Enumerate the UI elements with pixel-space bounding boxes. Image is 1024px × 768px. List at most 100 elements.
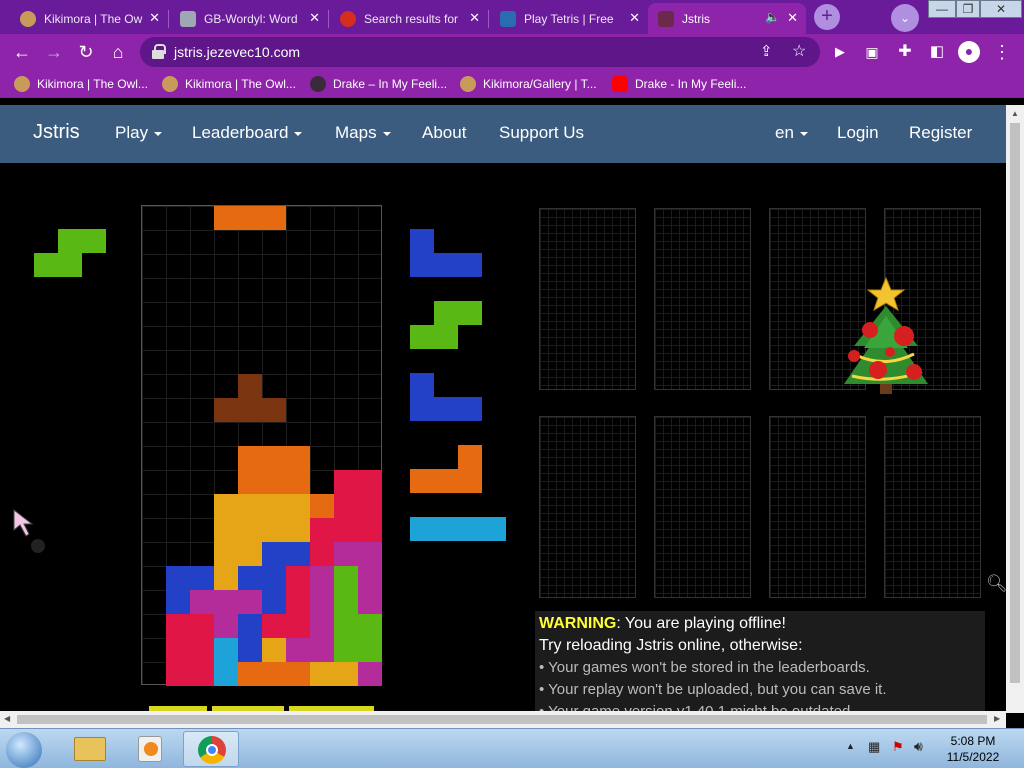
image-extension-icon[interactable]: ▣: [862, 42, 882, 62]
profile-avatar-icon[interactable]: ●: [958, 41, 980, 63]
board-cell: [310, 662, 334, 686]
mario-favicon-icon: [340, 10, 356, 27]
bookmark-item[interactable]: Drake - In My Feeli...: [612, 76, 746, 92]
scroll-up-arrow-icon[interactable]: ▲: [1011, 109, 1019, 118]
board-cell: [214, 590, 238, 614]
board-cell: [214, 542, 238, 566]
minimize-button[interactable]: —: [928, 0, 956, 18]
board-cell: [238, 662, 262, 686]
nav-about-link[interactable]: About: [422, 123, 466, 143]
piece-cell: [434, 301, 458, 325]
board-cell: [334, 494, 358, 518]
extensions-puzzle-icon[interactable]: ✚: [895, 42, 915, 62]
address-bar[interactable]: jstris.jezevec10.com ⇪ ☆: [140, 37, 820, 67]
media-player-button[interactable]: [122, 731, 178, 767]
reload-icon[interactable]: ↻: [76, 42, 96, 62]
board-cell: [262, 446, 286, 470]
horizontal-scrollbar[interactable]: ◀ ▶: [0, 711, 1006, 728]
nav-login-link[interactable]: Login: [837, 123, 879, 143]
system-clock[interactable]: 5:08 PM 11/5/2022: [938, 733, 1008, 765]
vertical-scrollbar[interactable]: ▲: [1006, 105, 1024, 713]
forward-arrow-icon[interactable]: →: [44, 42, 64, 62]
horizontal-scroll-thumb[interactable]: [17, 715, 987, 724]
show-hidden-icons-icon[interactable]: ▲: [846, 741, 855, 751]
network-icon[interactable]: ▦: [868, 739, 880, 755]
close-window-button[interactable]: ✕: [980, 0, 1022, 18]
board-cell: [286, 494, 310, 518]
zoom-magnifier-icon[interactable]: 🔍︎: [986, 574, 1008, 594]
piece-cell: [434, 325, 458, 349]
bookmark-item[interactable]: Kikimora | The Owl...: [162, 76, 296, 92]
tab-close-icon[interactable]: ✕: [149, 10, 160, 26]
opponent-board: [884, 416, 981, 598]
board-cell: [262, 206, 286, 230]
brand-link[interactable]: Jstris: [33, 121, 80, 144]
start-button[interactable]: [6, 732, 42, 768]
url-text: jstris.jezevec10.com: [174, 44, 301, 60]
bookmark-label: Kikimora/Gallery | T...: [483, 77, 597, 91]
board-cell: [334, 542, 358, 566]
tab-close-icon[interactable]: ✕: [469, 10, 480, 26]
speaker-audio-icon[interactable]: 🔈: [765, 10, 780, 24]
warning-subtitle: Try reloading Jstris online, otherwise:: [539, 637, 803, 654]
board-cell: [238, 566, 262, 590]
piece-cell: [458, 517, 482, 541]
tab-close-icon[interactable]: ✕: [309, 10, 320, 26]
board-cell: [262, 494, 286, 518]
hold-piece: [34, 229, 106, 277]
tab-search-results[interactable]: Search results for ✕: [330, 3, 488, 34]
piece-cell: [410, 373, 434, 397]
board-cell: [214, 566, 238, 590]
side-panel-icon[interactable]: ◧: [927, 42, 947, 62]
tab-strip: Kikimora | The Ow ✕ GB-Wordyl: Word ✕ Se…: [0, 0, 1024, 34]
action-center-flag-icon[interactable]: ⚑: [892, 739, 904, 755]
vertical-scroll-thumb[interactable]: [1010, 123, 1020, 683]
menu-kebab-icon[interactable]: ⋮: [992, 42, 1012, 62]
tab-gb-wordyl[interactable]: GB-Wordyl: Word ✕: [170, 3, 328, 34]
board-cell: [238, 518, 262, 542]
tab-close-icon[interactable]: ✕: [787, 10, 798, 26]
opponent-board: [654, 416, 751, 598]
scroll-left-arrow-icon[interactable]: ◀: [4, 714, 10, 723]
volume-icon[interactable]: 🔊︎: [914, 738, 923, 755]
tab-title: Play Tetris | Free: [524, 11, 614, 26]
nav-language-dropdown[interactable]: en: [775, 123, 808, 143]
tab-search-chevron-icon[interactable]: ⌄: [891, 4, 919, 32]
board-cell: [214, 398, 238, 422]
cursor-extension-icon[interactable]: ▶: [830, 42, 850, 62]
warning-word: WARNING: [539, 615, 617, 632]
tab-play-tetris[interactable]: Play Tetris | Free ✕: [490, 3, 648, 34]
new-tab-button[interactable]: +: [814, 4, 840, 30]
back-arrow-icon[interactable]: ←: [12, 42, 32, 62]
file-explorer-button[interactable]: [62, 731, 118, 767]
piece-cell: [458, 469, 482, 493]
board-cell: [286, 518, 310, 542]
nav-maps-dropdown[interactable]: Maps: [335, 123, 391, 143]
bookmark-item[interactable]: Kikimora | The Owl...: [14, 76, 148, 92]
play-disc-icon: [144, 742, 158, 756]
maximize-button[interactable]: ❐: [956, 0, 980, 18]
board-cell: [310, 494, 334, 518]
share-icon[interactable]: ⇪: [760, 42, 773, 60]
board-cell: [238, 374, 262, 398]
nav-register-link[interactable]: Register: [909, 123, 972, 143]
board-cell: [358, 470, 382, 494]
bookmark-star-icon[interactable]: ☆: [792, 41, 806, 61]
nav-lang-label: en: [775, 123, 794, 142]
tab-jstris[interactable]: Jstris 🔈 ✕: [648, 3, 806, 34]
bookmark-item[interactable]: Drake – In My Feeli...: [310, 76, 447, 92]
nav-leaderboard-dropdown[interactable]: Leaderboard: [192, 123, 303, 143]
chrome-taskbar-button[interactable]: [183, 731, 239, 767]
scroll-right-arrow-icon[interactable]: ▶: [994, 714, 1000, 723]
tab-kikimora[interactable]: Kikimora | The Ow ✕: [10, 3, 168, 34]
owl-bookmark-icon: [460, 76, 476, 92]
nav-play-dropdown[interactable]: Play: [115, 123, 163, 143]
piece-cell: [58, 253, 82, 277]
home-icon[interactable]: ⌂: [108, 42, 128, 62]
tab-close-icon[interactable]: ✕: [629, 10, 640, 26]
board-cell: [214, 662, 238, 686]
tetris-board[interactable]: [141, 205, 382, 686]
caret-down-icon: [154, 131, 163, 136]
bookmark-item[interactable]: Kikimora/Gallery | T...: [460, 76, 597, 92]
nav-support-link[interactable]: Support Us: [499, 123, 584, 143]
